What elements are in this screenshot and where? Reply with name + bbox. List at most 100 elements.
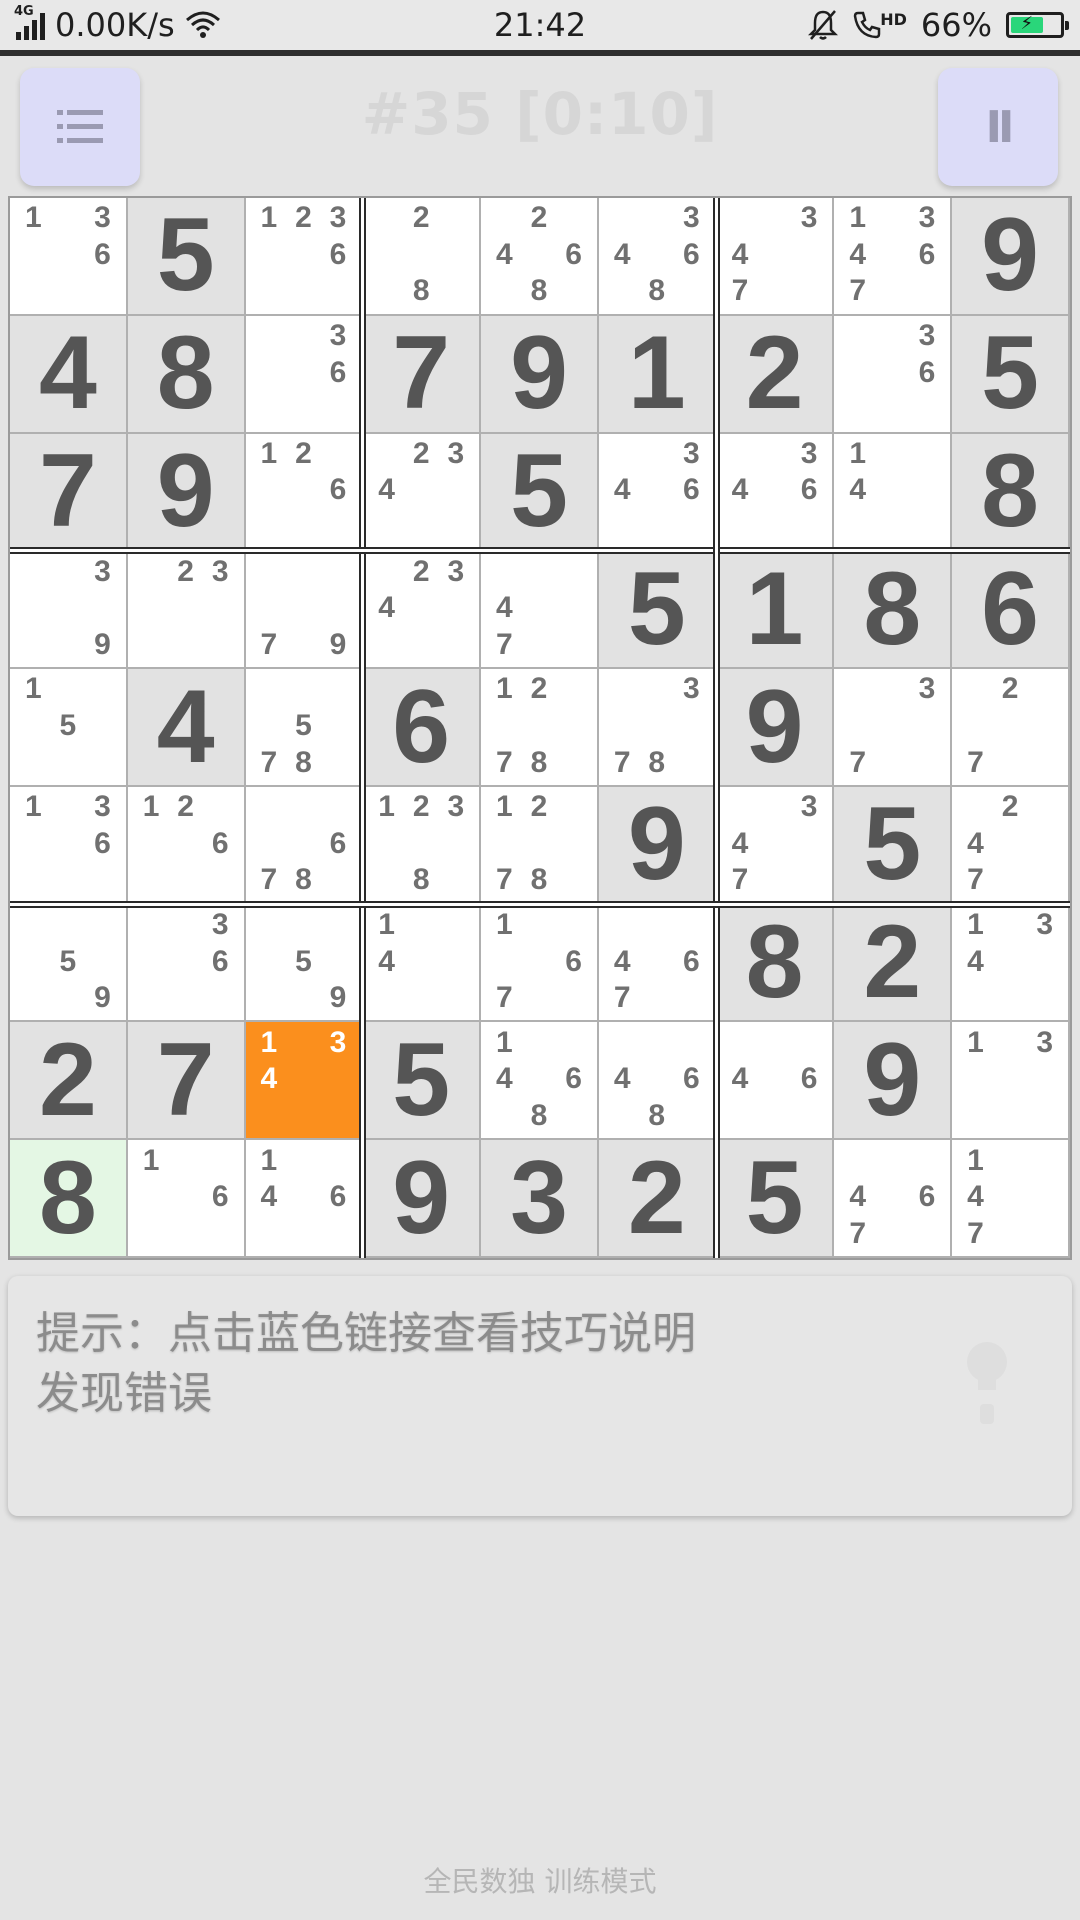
sudoku-cell-r7c7[interactable]: 8 <box>716 904 835 1023</box>
sudoku-cell-r4c7[interactable]: 1 <box>716 551 835 670</box>
mode-label: 全民数独 训练模式 <box>423 1865 657 1898</box>
sudoku-cell-r6c4[interactable]: 123 8 <box>363 786 482 905</box>
sudoku-cell-r3c7[interactable]: 3 4 6 <box>716 433 835 552</box>
sudoku-cell-r7c6[interactable]: 4 6 7 <box>598 904 717 1023</box>
sudoku-cell-r7c4[interactable]: 14 <box>363 904 482 1023</box>
sudoku-cell-r9c4[interactable]: 9 <box>363 1140 482 1258</box>
sudoku-cell-r3c1[interactable]: 7 <box>10 433 128 552</box>
sudoku-cell-r7c1[interactable]: 59 <box>10 904 128 1023</box>
sudoku-cell-r8c1[interactable]: 2 <box>10 1022 128 1141</box>
sudoku-cell-r1c1[interactable]: 1 36 <box>10 198 128 316</box>
sudoku-cell-r2c2[interactable]: 8 <box>127 315 246 434</box>
sudoku-cell-r8c7[interactable]: 46 <box>716 1022 835 1141</box>
sudoku-cell-r1c5[interactable]: 24 68 <box>481 198 599 316</box>
candidate-3: 3 <box>800 790 818 824</box>
candidate-4: 4 <box>967 1180 984 1214</box>
sudoku-cell-r4c3[interactable]: 79 <box>245 551 364 670</box>
sudoku-cell-r6c3[interactable]: 6 78 <box>245 786 364 905</box>
sudoku-cell-r7c3[interactable]: 59 <box>245 904 364 1023</box>
sudoku-cell-r4c9[interactable]: 6 <box>952 551 1070 670</box>
sudoku-cell-r5c1[interactable]: 15 <box>10 669 128 787</box>
candidate-9 <box>910 273 945 310</box>
sudoku-cell-r4c2[interactable]: 23 <box>127 551 246 670</box>
sudoku-cell-r2c7[interactable]: 2 <box>716 315 835 434</box>
sudoku-cell-r8c3[interactable]: 1 3 4 <box>245 1022 364 1141</box>
sudoku-cell-r7c2[interactable]: 36 <box>127 904 246 1023</box>
candidate-5 <box>51 237 86 274</box>
sudoku-cell-r1c8[interactable]: 1 3 4 6 7 <box>834 198 953 316</box>
sudoku-cell-r5c9[interactable]: 27 <box>952 669 1070 787</box>
candidate-7: 7 <box>496 863 513 897</box>
sudoku-cell-r1c3[interactable]: 1236 <box>245 198 364 316</box>
sudoku-cell-r8c9[interactable]: 13 <box>952 1022 1070 1141</box>
sudoku-cell-r9c6[interactable]: 2 <box>598 1140 717 1258</box>
sudoku-cell-r1c6[interactable]: 3 4 68 <box>598 198 717 316</box>
candidate-4: 4 <box>260 1062 278 1096</box>
sudoku-cell-r9c5[interactable]: 3 <box>481 1140 599 1258</box>
candidate-8 <box>639 980 674 1017</box>
sudoku-cell-r6c6[interactable]: 9 <box>598 786 717 905</box>
sudoku-cell-r1c7[interactable]: 3 47 <box>716 198 835 316</box>
sudoku-cell-r2c3[interactable]: 36 <box>245 315 364 434</box>
sudoku-cell-r4c4[interactable]: 23 4 <box>363 551 482 670</box>
lightbulb-icon[interactable] <box>962 1340 1012 1434</box>
sudoku-cell-r6c1[interactable]: 1 36 <box>10 786 128 905</box>
sudoku-cell-r7c8[interactable]: 2 <box>834 904 953 1023</box>
sudoku-cell-r4c6[interactable]: 5 <box>598 551 717 670</box>
sudoku-cell-r6c5[interactable]: 12 78 <box>481 786 599 905</box>
sudoku-cell-r8c6[interactable]: 4 68 <box>598 1022 717 1141</box>
hint-line-2[interactable]: 发现错误 <box>36 1364 936 1424</box>
candidate-grid: 79 <box>252 553 356 663</box>
sudoku-cell-r9c2[interactable]: 16 <box>127 1140 246 1258</box>
candidate-1: 1 <box>496 1025 513 1059</box>
sudoku-cell-r3c2[interactable]: 9 <box>127 433 246 552</box>
sudoku-cell-r2c4[interactable]: 7 <box>363 315 482 434</box>
sudoku-cell-r5c2[interactable]: 4 <box>127 669 246 787</box>
sudoku-cell-r6c7[interactable]: 3 47 <box>716 786 835 905</box>
pause-button[interactable]: II <box>938 68 1058 186</box>
sudoku-cell-r2c5[interactable]: 9 <box>481 315 599 434</box>
candidate-8: 8 <box>648 1098 666 1132</box>
sudoku-cell-r6c2[interactable]: 126 <box>127 786 246 905</box>
sudoku-cell-r4c1[interactable]: 39 <box>10 551 128 670</box>
sudoku-cell-r3c8[interactable]: 14 <box>834 433 953 552</box>
sudoku-cell-r2c9[interactable]: 5 <box>952 315 1070 434</box>
sudoku-cell-r5c5[interactable]: 12 78 <box>481 669 599 787</box>
sudoku-cell-r8c5[interactable]: 14 68 <box>481 1022 599 1141</box>
sudoku-cell-r8c8[interactable]: 9 <box>834 1022 953 1141</box>
sudoku-cell-r7c5[interactable]: 1 6 7 <box>481 904 599 1023</box>
sudoku-cell-r1c4[interactable]: 28 <box>363 198 482 316</box>
sudoku-cell-r9c8[interactable]: 4 6 7 <box>834 1140 953 1258</box>
sudoku-cell-r6c9[interactable]: 247 <box>952 786 1070 905</box>
sudoku-cell-r9c9[interactable]: 147 <box>952 1140 1070 1258</box>
sudoku-cell-r5c4[interactable]: 6 <box>363 669 482 787</box>
sudoku-cell-r3c4[interactable]: 23 4 <box>363 433 482 552</box>
sudoku-cell-r1c2[interactable]: 5 <box>127 198 246 316</box>
sudoku-cell-r3c5[interactable]: 5 <box>481 433 599 552</box>
sudoku-cell-r3c3[interactable]: 126 <box>245 433 364 552</box>
sudoku-cell-r5c6[interactable]: 3 78 <box>598 669 717 787</box>
sudoku-cell-r8c4[interactable]: 5 <box>363 1022 482 1141</box>
sudoku-cell-r4c5[interactable]: 47 <box>481 551 599 670</box>
sudoku-cell-r2c1[interactable]: 4 <box>10 315 128 434</box>
sudoku-cell-r9c3[interactable]: 14 6 <box>245 1140 364 1258</box>
sudoku-cell-r5c3[interactable]: 578 <box>245 669 364 787</box>
sudoku-cell-r5c7[interactable]: 9 <box>716 669 835 787</box>
sudoku-cell-r6c8[interactable]: 5 <box>834 786 953 905</box>
sudoku-cell-r9c7[interactable]: 5 <box>716 1140 835 1258</box>
sudoku-cell-r8c2[interactable]: 7 <box>127 1022 246 1141</box>
status-bar: 4G 0.00K/s 21:42 HD 66% ⚡ <box>0 0 1080 56</box>
candidate-grid: 3 78 <box>605 671 709 781</box>
sudoku-cell-r9c1[interactable]: 8 <box>10 1140 128 1258</box>
candidate-8 <box>286 980 321 1017</box>
sudoku-cell-r7c9[interactable]: 1 3 4 <box>952 904 1070 1023</box>
candidate-1 <box>605 907 640 944</box>
sudoku-cell-r4c8[interactable]: 8 <box>834 551 953 670</box>
sudoku-cell-r3c6[interactable]: 3 4 6 <box>598 433 717 552</box>
sudoku-cell-r5c8[interactable]: 37 <box>834 669 953 787</box>
sudoku-cell-r2c8[interactable]: 36 <box>834 315 953 434</box>
candidate-4: 4 <box>967 944 984 978</box>
sudoku-cell-r3c9[interactable]: 8 <box>952 433 1070 552</box>
sudoku-cell-r2c6[interactable]: 1 <box>598 315 717 434</box>
sudoku-cell-r1c9[interactable]: 9 <box>952 198 1070 316</box>
